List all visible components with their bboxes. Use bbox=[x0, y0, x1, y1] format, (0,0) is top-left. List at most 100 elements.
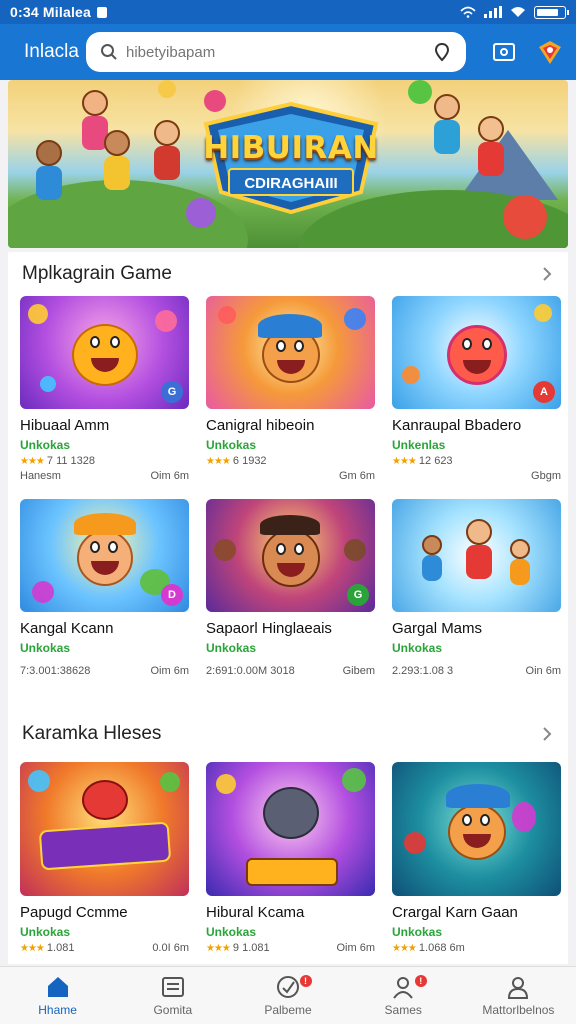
game-rating: ★★★ 7 11 1328 bbox=[20, 455, 96, 467]
game-meta: Gbgm bbox=[531, 470, 561, 482]
profile-icon bbox=[508, 977, 529, 999]
section-more-games: Karamka Hleses Papugd Ccmme Unkokas ★★★ 1… bbox=[8, 712, 568, 964]
game-thumbnail bbox=[206, 762, 375, 896]
nav-profile[interactable]: Mattorlbelnos bbox=[461, 967, 576, 1024]
search-input[interactable] bbox=[126, 43, 432, 61]
game-subtitle: Unkokas bbox=[20, 438, 71, 452]
section-featured-games: Mplkagrain Game G Hibuaal Amm Unkokas ★★… bbox=[8, 252, 568, 712]
game-name: Papugd Ccmme bbox=[20, 904, 128, 921]
game-badge-icon: G bbox=[161, 381, 183, 403]
game-name: Hibuaal Amm bbox=[20, 417, 110, 434]
status-time: 0:34 Milalea bbox=[10, 4, 91, 20]
star-rating-icon: ★★★ bbox=[392, 455, 417, 467]
status-bar: 0:34 Milalea bbox=[0, 0, 576, 24]
media-button[interactable] bbox=[490, 38, 518, 66]
game-thumbnail bbox=[392, 762, 561, 896]
game-name: Crargal Karn Gaan bbox=[392, 904, 518, 921]
app-screen: 0:34 Milalea Inlacla hibetyibapam HIBUIR… bbox=[0, 0, 576, 1024]
game-thumbnail bbox=[20, 762, 189, 896]
profile-badge-button[interactable] bbox=[536, 38, 564, 66]
app-bar: Inlacla bbox=[0, 24, 576, 80]
thumbnail-logo-icon bbox=[246, 858, 338, 886]
banner-ball bbox=[158, 80, 176, 98]
game-subtitle: Unkokas bbox=[20, 925, 71, 939]
game-name: Hibural Kcama bbox=[206, 904, 305, 921]
search-bar[interactable] bbox=[86, 32, 466, 72]
nav-home[interactable]: Hhame bbox=[0, 967, 115, 1024]
game-subtitle: Unkokas bbox=[206, 641, 257, 655]
chevron-right-icon[interactable] bbox=[540, 727, 554, 741]
location-pin-icon[interactable] bbox=[432, 42, 452, 62]
target-icon bbox=[277, 976, 299, 998]
game-thumbnail: G bbox=[206, 499, 375, 612]
notification-badge: ! bbox=[414, 975, 427, 987]
banner-title: HIBUIRAN bbox=[203, 130, 379, 166]
game-card[interactable]: Hibural Kcama Unkokas ★★★ 9 1.081 Oim 6m bbox=[206, 762, 375, 965]
game-card[interactable]: Crargal Karn Gaan Unkokas ★★★ 1.068 6m bbox=[392, 762, 561, 965]
game-subtitle: Unkokas bbox=[392, 925, 443, 939]
game-subtitle: Unkokas bbox=[20, 641, 71, 655]
section-header[interactable]: Mplkagrain Game bbox=[8, 252, 568, 296]
sync-icon bbox=[460, 6, 476, 18]
hero-banner[interactable]: HIBUIRAN CDIRAGHAIII bbox=[8, 80, 568, 248]
game-rating: ★★★ 9 1.081 Oim 6m bbox=[206, 942, 375, 954]
game-badge-icon: A bbox=[533, 381, 555, 403]
game-subtitle: Unkokas bbox=[392, 641, 443, 655]
game-meta: Hanesm Oim 6m bbox=[20, 470, 189, 482]
signal-icon bbox=[484, 6, 502, 18]
nav-label: Gomita bbox=[153, 1003, 193, 1017]
game-rating: ★★★ 1.068 6m bbox=[392, 942, 465, 954]
game-name: Kangal Kcann bbox=[20, 620, 114, 637]
game-thumbnail bbox=[206, 296, 375, 409]
game-card[interactable]: D Kangal Kcann Unkokas 7:3.001:38628 Oim … bbox=[20, 499, 189, 702]
game-name: Kanraupal Bbadero bbox=[392, 417, 522, 434]
star-rating-icon: ★★★ bbox=[206, 455, 231, 467]
game-badge-icon bbox=[539, 41, 561, 64]
game-badge-icon: D bbox=[161, 584, 183, 606]
bottom-navigation: Hhame Gomita ! Palbeme ! Sames Mattorlbe… bbox=[0, 966, 576, 1024]
game-rating: ★★★ 12 623 bbox=[392, 455, 453, 467]
game-meta: 7:3.001:38628 Oim 6m bbox=[20, 665, 189, 677]
game-card[interactable]: Canigral hibeoin Unkokas ★★★ 6 1932 Gm 6m bbox=[206, 296, 375, 499]
wifi-icon bbox=[511, 7, 525, 17]
nav-friends[interactable]: ! Sames bbox=[346, 967, 461, 1024]
banner-ball bbox=[503, 195, 547, 239]
game-card[interactable]: Papugd Ccmme Unkokas ★★★ 1.081 0.0I 6m bbox=[20, 762, 189, 965]
game-card[interactable]: G Hibuaal Amm Unkokas ★★★ 7 11 1328 Hanes… bbox=[20, 296, 189, 499]
notification-icon bbox=[97, 6, 107, 18]
game-rating: ★★★ 6 1932 bbox=[206, 455, 267, 467]
game-name: Canigral hibeoin bbox=[206, 417, 315, 434]
game-meta: Gm 6m bbox=[338, 470, 375, 482]
list-icon bbox=[161, 977, 184, 997]
search-icon bbox=[101, 44, 117, 60]
chevron-right-icon[interactable] bbox=[540, 267, 554, 281]
app-title: Inlacla bbox=[24, 41, 79, 62]
star-rating-icon: ★★★ bbox=[392, 942, 417, 954]
game-name: Sapaorl Hinglaeais bbox=[206, 620, 332, 637]
home-icon bbox=[47, 977, 68, 997]
nav-label: Mattorlbelnos bbox=[482, 1003, 555, 1017]
banner-subtitle: CDIRAGHAIII bbox=[228, 168, 354, 196]
game-card[interactable]: Gargal Mams Unkokas 2.293:1.08 3 Oin 6m bbox=[392, 499, 561, 702]
nav-label: Sames bbox=[384, 1003, 422, 1017]
notification-badge: ! bbox=[299, 975, 312, 987]
thumbnail-logo-icon bbox=[38, 821, 172, 871]
nav-rewards[interactable]: ! Palbeme bbox=[230, 967, 345, 1024]
game-card[interactable]: A Kanraupal Bbadero Unkenlas ★★★ 12 623 G… bbox=[392, 296, 561, 499]
game-thumbnail: D bbox=[20, 499, 189, 612]
banner-ball bbox=[408, 80, 432, 104]
battery-icon bbox=[534, 5, 569, 19]
section-title: Karamka Hleses bbox=[22, 723, 162, 744]
game-card[interactable]: G Sapaorl Hinglaeais Unkokas 2:691:0.00M… bbox=[206, 499, 375, 702]
section-title: Mplkagrain Game bbox=[22, 263, 172, 284]
user-icon bbox=[393, 977, 414, 999]
game-subtitle: Unkokas bbox=[206, 438, 257, 452]
nav-games[interactable]: Gomita bbox=[115, 967, 230, 1024]
game-meta: 2:691:0.00M 3018 Gibem bbox=[206, 665, 375, 677]
nav-label: Hhame bbox=[38, 1003, 77, 1017]
star-rating-icon: ★★★ bbox=[20, 942, 45, 954]
star-rating-icon: ★★★ bbox=[206, 942, 231, 954]
game-thumbnail bbox=[392, 499, 561, 612]
game-subtitle: Unkenlas bbox=[392, 438, 446, 452]
section-header[interactable]: Karamka Hleses bbox=[8, 712, 568, 756]
